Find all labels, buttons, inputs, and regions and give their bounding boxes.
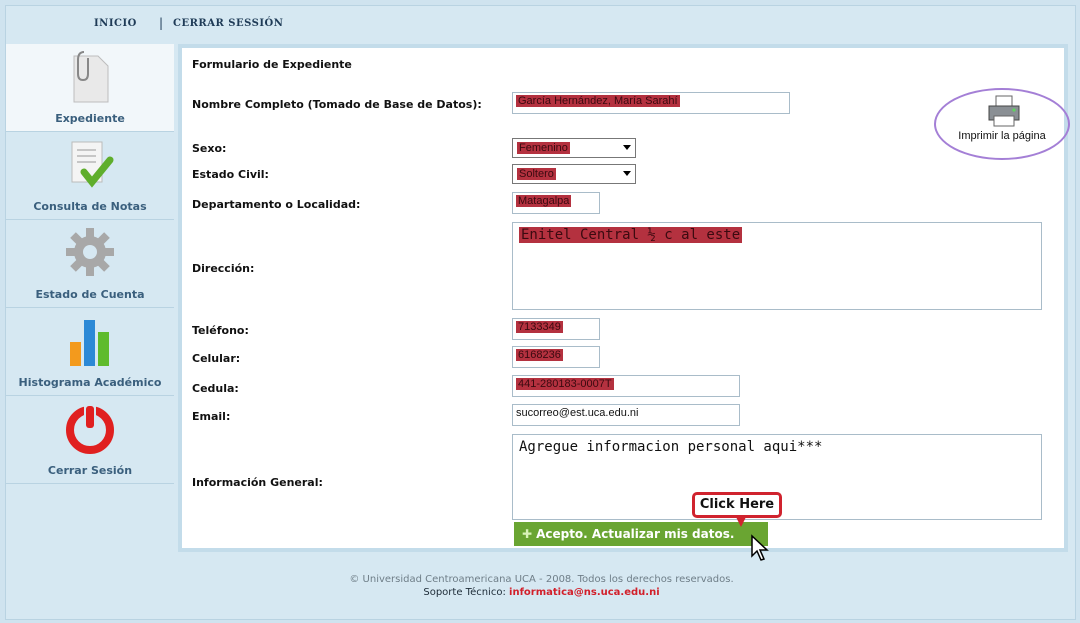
support-label: Soporte Técnico: xyxy=(423,587,506,598)
sidebar-item-label: Consulta de Notas xyxy=(33,200,147,213)
document-clip-icon xyxy=(73,51,109,103)
nombre-field[interactable]: García Hernández, María Sarahí xyxy=(512,92,790,114)
label-nombre: Nombre Completo (Tomado de Base de Datos… xyxy=(192,98,482,111)
chevron-down-icon xyxy=(623,145,631,150)
label-email: Email: xyxy=(192,410,231,423)
sidebar-item-expediente[interactable]: Expediente xyxy=(6,44,174,132)
sidebar-item-label: Expediente xyxy=(55,112,125,125)
sexo-select[interactable]: Femenino xyxy=(512,138,636,158)
label-sexo: Sexo: xyxy=(192,142,227,155)
estado-civil-select[interactable]: Soltero xyxy=(512,164,636,184)
footer: © Universidad Centroamericana UCA - 2008… xyxy=(6,574,1077,598)
support-email-link[interactable]: informatica@ns.uca.edu.ni xyxy=(509,587,660,598)
sidebar-item-estado-cuenta[interactable]: Estado de Cuenta xyxy=(6,220,174,308)
sidebar-item-label: Histograma Académico xyxy=(18,376,162,389)
label-cedula: Cedula: xyxy=(192,382,239,395)
telefono-field[interactable]: 7133349 xyxy=(512,318,600,340)
copyright-text: © Universidad Centroamericana UCA - 2008… xyxy=(349,574,734,585)
gear-icon xyxy=(66,228,114,276)
label-telefono: Teléfono: xyxy=(192,324,249,337)
departamento-field[interactable]: Matagalpa xyxy=(512,192,600,214)
bar-chart-icon xyxy=(70,320,109,366)
checklist-icon xyxy=(71,141,114,188)
print-button[interactable]: Imprimir la página xyxy=(934,88,1070,160)
sidebar: Expediente Consulta de Notas Estado de C… xyxy=(6,44,174,484)
click-here-callout: Click Here xyxy=(692,492,782,527)
printer-icon xyxy=(988,95,1020,127)
email-field[interactable]: sucorreo@est.uca.edu.ni xyxy=(512,404,740,426)
celular-field[interactable]: 6168236 xyxy=(512,346,600,368)
label-departamento: Departamento o Localidad: xyxy=(192,198,361,211)
label-info-general: Información General: xyxy=(192,476,323,489)
nav-separator: | xyxy=(159,16,164,30)
cedula-field[interactable]: 441-280183-0007T xyxy=(512,375,740,397)
sidebar-item-histograma[interactable]: Histograma Académico xyxy=(6,308,174,396)
power-icon xyxy=(66,404,114,454)
nav-inicio-link[interactable]: INICIO xyxy=(94,18,137,29)
sidebar-item-label: Cerrar Sesión xyxy=(47,464,133,477)
page-frame: INICIO | CERRAR SESSIÓN Expediente Consu… xyxy=(5,5,1076,620)
nav-cerrar-sesion-link[interactable]: CERRAR SESSIÓN xyxy=(173,18,283,29)
form-panel: Formulario de Expediente Nombre Completo… xyxy=(178,44,1070,561)
form-title: Formulario de Expediente xyxy=(192,58,352,71)
chevron-down-icon xyxy=(623,171,631,176)
print-label: Imprimir la página xyxy=(958,130,1046,142)
sidebar-item-label: Estado de Cuenta xyxy=(35,288,145,301)
plus-icon: ✚ xyxy=(522,527,533,541)
cursor-arrow-icon xyxy=(751,534,769,561)
sidebar-item-consulta-notas[interactable]: Consulta de Notas xyxy=(6,132,174,220)
label-celular: Celular: xyxy=(192,352,241,365)
submit-button[interactable]: ✚ Acepto. Actualizar mis datos. xyxy=(514,522,768,546)
top-nav: INICIO | CERRAR SESSIÓN xyxy=(6,6,1077,44)
direccion-textarea[interactable]: Enitel Central ½ c al este xyxy=(512,222,1042,310)
sidebar-item-cerrar-sesion[interactable]: Cerrar Sesión xyxy=(6,396,174,484)
label-estado-civil: Estado Civil: xyxy=(192,168,269,181)
label-direccion: Dirección: xyxy=(192,262,255,275)
